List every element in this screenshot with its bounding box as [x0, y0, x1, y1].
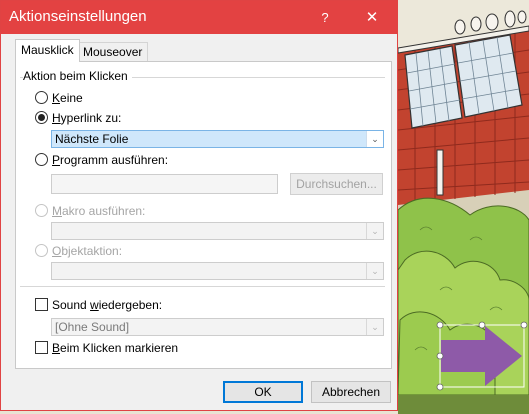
tab-panel: Aktion beim Klicken Keine Hyperlink zu: … — [15, 61, 392, 369]
label-sound[interactable]: Sound wiedergeben: — [52, 298, 162, 312]
radio-objektaktion[interactable] — [35, 244, 48, 257]
hyperlink-select[interactable]: Nächste Folie ⌄ — [51, 130, 384, 148]
title-bar: Aktionseinstellungen ? ✕ — [1, 1, 397, 34]
action-settings-dialog: Aktionseinstellungen ? ✕ Mausklick Mouse… — [0, 0, 398, 411]
macro-select[interactable]: ⌄ — [51, 222, 384, 240]
section-divider — [20, 286, 385, 287]
program-path-input[interactable] — [51, 174, 278, 194]
label-hyperlink[interactable]: Hyperlink zu: — [52, 111, 121, 125]
chevron-down-icon: ⌄ — [366, 223, 383, 239]
radio-programm[interactable] — [35, 153, 48, 166]
tab-mausklick[interactable]: Mausklick — [15, 39, 80, 62]
sound-checkbox[interactable] — [35, 298, 48, 311]
chevron-down-icon: ⌄ — [366, 263, 383, 279]
radio-selected-dot — [38, 114, 45, 121]
label-keine[interactable]: Keine — [52, 91, 83, 105]
label-makro[interactable]: Makro ausführen: — [52, 204, 145, 218]
radio-makro[interactable] — [35, 204, 48, 217]
hyperlink-select-value: Nächste Folie — [55, 132, 129, 146]
browse-button[interactable]: Durchsuchen... — [290, 173, 383, 195]
tab-mouseover[interactable]: Mouseover — [77, 42, 149, 62]
sound-select[interactable]: [Ohne Sound] ⌄ — [51, 318, 384, 336]
highlight-checkbox[interactable] — [35, 341, 48, 354]
dialog-title: Aktionseinstellungen — [9, 8, 147, 25]
chevron-down-icon: ⌄ — [366, 131, 383, 147]
radio-keine[interactable] — [35, 91, 48, 104]
radio-hyperlink[interactable] — [35, 111, 48, 124]
label-programm[interactable]: Programm ausführen: — [52, 153, 168, 167]
chevron-down-icon: ⌄ — [366, 319, 383, 335]
sound-select-value: [Ohne Sound] — [55, 320, 130, 334]
label-objektaktion[interactable]: Objektaktion: — [52, 244, 122, 258]
close-button[interactable]: ✕ — [347, 1, 397, 34]
ok-button[interactable]: OK — [223, 381, 303, 403]
tree-icon — [397, 197, 529, 414]
help-button[interactable]: ? — [312, 1, 338, 34]
group-label: Aktion beim Klicken — [23, 69, 132, 83]
object-action-select[interactable]: ⌄ — [51, 262, 384, 280]
cancel-button[interactable]: Abbrechen — [311, 381, 391, 403]
label-highlight[interactable]: Beim Klicken markieren — [52, 341, 178, 355]
